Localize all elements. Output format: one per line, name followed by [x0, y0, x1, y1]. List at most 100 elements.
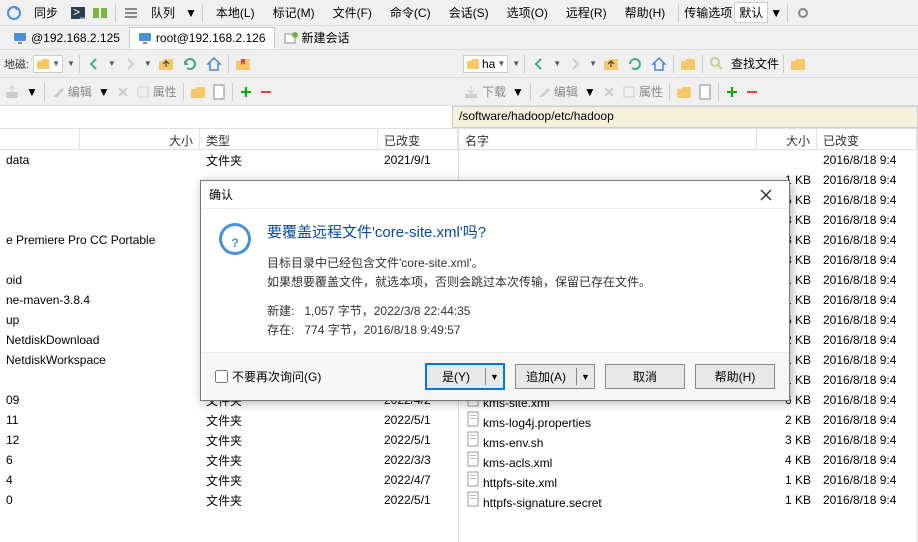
props-button[interactable]: 属性 — [136, 83, 177, 100]
back-icon[interactable] — [84, 54, 104, 74]
dropdown-icon: ▼ — [67, 59, 75, 68]
find-icon[interactable] — [707, 54, 727, 74]
forward-icon[interactable] — [565, 54, 585, 74]
plus-icon[interactable] — [239, 85, 253, 99]
edit-button[interactable]: 编辑 — [51, 83, 92, 100]
table-row[interactable]: kms-log4j.properties2 KB2016/8/18 9:4 — [459, 410, 917, 430]
checkbox-input[interactable] — [215, 370, 228, 383]
local-drive-label: 地磁: — [4, 56, 29, 72]
find-label[interactable]: 查找文件 — [731, 55, 779, 72]
nav-local: 地磁: ▼ ▼ ▼ ▼ — [0, 54, 459, 74]
dialog-line1: 目标目录中已经包含文件'core-site.xml'。 — [267, 254, 773, 271]
table-row[interactable]: 4文件夹2022/4/7 — [0, 470, 458, 490]
tab-session-2[interactable]: root@192.168.2.126 — [129, 27, 275, 49]
menu-mark[interactable]: 标记(M) — [265, 2, 323, 23]
new-folder-icon[interactable] — [190, 84, 206, 100]
separator — [669, 83, 670, 101]
refresh-icon[interactable] — [180, 54, 200, 74]
menu-session[interactable]: 会话(S) — [441, 2, 497, 23]
remote-path[interactable]: /software/hadoop/etc/hadoop — [452, 106, 918, 128]
up-folder-icon[interactable] — [156, 54, 176, 74]
table-row[interactable]: httpfs-site.xml1 KB2016/8/18 9:4 — [459, 470, 917, 490]
delete-icon[interactable] — [116, 85, 130, 99]
bookmark-icon[interactable] — [678, 54, 698, 74]
checkbox-label: 不要再次询问(G) — [232, 368, 321, 385]
home-icon[interactable] — [649, 54, 669, 74]
menu-options[interactable]: 选项(O) — [499, 2, 556, 23]
back-icon[interactable] — [529, 54, 549, 74]
dropdown-icon: ▼ — [26, 85, 38, 99]
dialog-titlebar[interactable]: 确认 — [201, 181, 789, 209]
separator — [232, 83, 233, 101]
table-row[interactable]: 2016/8/18 9:4 — [459, 150, 917, 170]
sync-label[interactable]: 同步 — [26, 2, 66, 23]
append-button[interactable]: 追加(A)▼ — [515, 364, 595, 389]
table-row[interactable]: 12文件夹2022/5/1 — [0, 430, 458, 450]
props-button[interactable]: 属性 — [622, 83, 663, 100]
separator — [678, 4, 679, 22]
table-row[interactable]: 6文件夹2022/3/3 — [0, 450, 458, 470]
yes-button[interactable]: 是(Y)▼ — [425, 363, 505, 390]
home-icon[interactable] — [204, 54, 224, 74]
menu-local[interactable]: 本地(L) — [208, 2, 263, 23]
col-type[interactable]: 类型 — [200, 129, 378, 149]
remote-folder-combo[interactable]: ha ▼ — [463, 55, 508, 73]
plus-icon[interactable] — [725, 85, 739, 99]
separator — [44, 83, 45, 101]
bookmark-icon[interactable] — [233, 54, 253, 74]
up-folder-icon[interactable] — [601, 54, 621, 74]
session-tabs: @192.168.2.125 root@192.168.2.126 新建会话 — [0, 26, 918, 50]
cancel-button[interactable]: 取消 — [605, 364, 685, 389]
separator — [183, 83, 184, 101]
mirror-icon[interactable] — [90, 3, 110, 23]
menu-command[interactable]: 命令(C) — [382, 2, 439, 23]
menu-help[interactable]: 帮助(H) — [617, 2, 674, 23]
edit-button[interactable]: 编辑 — [537, 83, 578, 100]
dont-ask-checkbox[interactable]: 不要再次询问(G) — [215, 368, 415, 385]
col-changed[interactable]: 已改变 — [378, 129, 458, 149]
new-folder-icon[interactable] — [676, 84, 692, 100]
tab-new-session[interactable]: 新建会话 — [275, 25, 359, 50]
bookmark-icon[interactable] — [788, 54, 808, 74]
menu-remote[interactable]: 远程(R) — [558, 2, 615, 23]
sync-icon[interactable] — [4, 3, 24, 23]
dropdown-icon[interactable]: ▼ — [576, 368, 594, 385]
upload-button[interactable] — [4, 84, 20, 100]
table-row[interactable]: data文件夹2021/9/1 — [0, 150, 458, 170]
dropdown-icon[interactable]: ▼ — [485, 368, 503, 385]
folder-icon — [466, 57, 480, 71]
menu-queue[interactable]: 队列 — [143, 2, 183, 23]
transfer-combo[interactable]: 默认 — [734, 2, 768, 23]
local-header: 大小 类型 已改变 — [0, 128, 458, 150]
settings-icon[interactable] — [793, 3, 813, 23]
col-name[interactable]: 名字 — [459, 129, 757, 149]
new-file-icon[interactable] — [212, 84, 226, 100]
svg-text:>_: >_ — [73, 5, 86, 19]
col-changed[interactable]: 已改变 — [817, 129, 917, 149]
minus-icon[interactable] — [259, 85, 273, 99]
new-file-icon[interactable] — [698, 84, 712, 100]
separator — [115, 4, 116, 22]
minus-icon[interactable] — [745, 85, 759, 99]
remote-folder-name: ha — [482, 57, 495, 71]
queue-icon[interactable] — [121, 3, 141, 23]
help-button[interactable]: 帮助(H) — [695, 364, 775, 389]
terminal-icon[interactable]: >_ — [68, 3, 88, 23]
table-row[interactable]: 0文件夹2022/5/1 — [0, 490, 458, 510]
refresh-icon[interactable] — [625, 54, 645, 74]
table-row[interactable]: 11文件夹2022/5/1 — [0, 410, 458, 430]
col-name[interactable] — [0, 129, 80, 149]
close-icon[interactable] — [751, 184, 781, 206]
forward-icon[interactable] — [120, 54, 140, 74]
download-button[interactable]: 下载 — [463, 83, 506, 100]
delete-icon[interactable] — [602, 85, 616, 99]
table-row[interactable]: kms-acls.xml4 KB2016/8/18 9:4 — [459, 450, 917, 470]
tab-session-1[interactable]: @192.168.2.125 — [4, 27, 129, 49]
menu-file[interactable]: 文件(F) — [325, 2, 380, 23]
col-size[interactable]: 大小 — [80, 129, 200, 149]
table-row[interactable]: kms-env.sh3 KB2016/8/18 9:4 — [459, 430, 917, 450]
dropdown-icon: ▼ — [553, 59, 561, 68]
table-row[interactable]: httpfs-signature.secret1 KB2016/8/18 9:4 — [459, 490, 917, 510]
col-size[interactable]: 大小 — [757, 129, 817, 149]
local-folder-combo[interactable]: ▼ — [33, 55, 63, 73]
